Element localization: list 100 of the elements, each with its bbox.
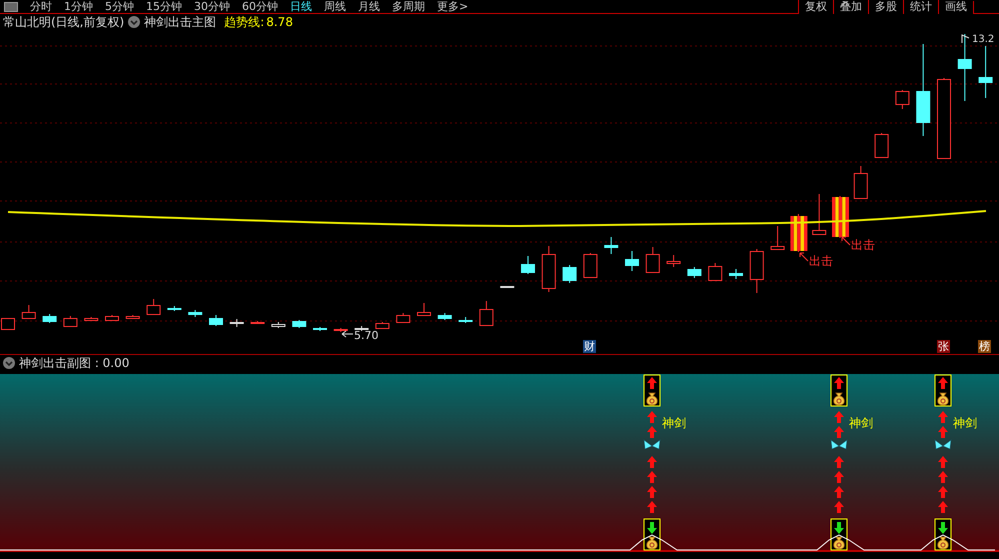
dropdown-icon[interactable] bbox=[3, 357, 15, 369]
candlestick bbox=[84, 316, 98, 322]
candlestick bbox=[978, 46, 993, 98]
candlestick bbox=[438, 312, 452, 320]
event-marker[interactable]: 财 bbox=[583, 340, 596, 353]
arrow-icon bbox=[800, 252, 808, 262]
candlestick bbox=[396, 312, 410, 324]
period-tab[interactable]: 5分钟 bbox=[99, 0, 140, 14]
candlestick bbox=[167, 306, 182, 312]
candlestick bbox=[63, 316, 78, 328]
candlestick bbox=[230, 318, 244, 328]
candlestick bbox=[666, 254, 681, 268]
arrow-up-icon bbox=[834, 377, 844, 389]
candlestick bbox=[895, 90, 910, 110]
toolbar-button[interactable]: 多股 bbox=[868, 0, 903, 14]
candlestick bbox=[126, 314, 140, 320]
arrow-up-icon bbox=[647, 426, 657, 438]
indicator-name: 神剑出击主图 bbox=[144, 14, 216, 30]
candlestick bbox=[583, 252, 598, 278]
candlestick bbox=[646, 246, 660, 274]
candlestick bbox=[1, 318, 15, 330]
toolbar-button[interactable]: 复权 bbox=[798, 0, 833, 14]
arrow-up-icon bbox=[938, 411, 948, 423]
period-tab[interactable]: 30分钟 bbox=[188, 0, 236, 14]
candlestick bbox=[521, 256, 535, 274]
signal-label: 神剑 bbox=[849, 416, 873, 430]
period-tab[interactable]: 1分钟 bbox=[58, 0, 99, 14]
candlestick bbox=[874, 132, 889, 158]
period-tab[interactable]: 日线 bbox=[284, 0, 318, 14]
candlestick bbox=[105, 314, 119, 322]
dropdown-icon[interactable] bbox=[128, 16, 140, 28]
candlestick bbox=[812, 194, 826, 236]
candlestick bbox=[458, 316, 473, 324]
candlestick bbox=[500, 286, 514, 288]
arrow-up-icon bbox=[834, 471, 844, 483]
arrow-down-icon bbox=[834, 522, 844, 534]
money-bag-icon bbox=[646, 392, 658, 406]
trend-label: 趋势线: bbox=[224, 14, 264, 30]
arrow-up-icon bbox=[647, 456, 657, 468]
period-tab[interactable]: 周线 bbox=[318, 0, 352, 14]
candlestick bbox=[479, 300, 494, 326]
arrow-icon bbox=[842, 236, 850, 246]
arrow-icon bbox=[342, 330, 354, 338]
arrow-up-icon bbox=[938, 486, 948, 498]
money-bag-icon bbox=[833, 392, 845, 406]
candlestick bbox=[687, 266, 702, 278]
toolbar-button[interactable]: 叠加 bbox=[833, 0, 868, 14]
period-tab[interactable]: 多周期 bbox=[386, 0, 431, 14]
candlestick bbox=[770, 226, 785, 250]
arrow-up-icon bbox=[938, 456, 948, 468]
arrow-up-icon bbox=[938, 501, 948, 513]
arrow-up-icon bbox=[834, 456, 844, 468]
arrow-up-icon bbox=[647, 486, 657, 498]
arrow-up-icon bbox=[938, 471, 948, 483]
money-bag-icon bbox=[646, 536, 658, 550]
toolbar-button[interactable]: 统计 bbox=[903, 0, 938, 14]
trend-value: 8.78 bbox=[266, 14, 293, 30]
stock-title: 常山北明(日线,前复权) bbox=[3, 14, 124, 30]
money-bag-icon bbox=[833, 536, 845, 550]
candlestick bbox=[750, 248, 764, 294]
toolbar-button[interactable]: 画线 bbox=[938, 0, 973, 14]
arrow-up-icon bbox=[647, 411, 657, 423]
candlestick bbox=[729, 268, 743, 280]
period-tab[interactable]: 60分钟 bbox=[236, 0, 284, 14]
candlestick bbox=[625, 250, 639, 272]
signal-label: 神剑 bbox=[662, 416, 686, 430]
period-tab[interactable]: 15分钟 bbox=[140, 0, 188, 14]
event-marker[interactable]: 张 bbox=[937, 340, 950, 353]
candlestick bbox=[542, 246, 556, 292]
arrow-up-icon bbox=[834, 411, 844, 423]
event-marker[interactable]: 榜 bbox=[978, 340, 991, 353]
money-bag-icon bbox=[937, 392, 949, 406]
candlestick bbox=[832, 196, 849, 238]
arrow-up-icon bbox=[938, 377, 948, 389]
sub-indicator-title: 神剑出击副图 : 0.00 bbox=[19, 355, 130, 371]
arrow-up-icon bbox=[834, 426, 844, 438]
candlestick bbox=[854, 166, 868, 200]
arrow-up-icon bbox=[647, 377, 657, 389]
candlestick bbox=[209, 314, 223, 326]
candlestick bbox=[146, 298, 161, 316]
arrow-up-icon bbox=[834, 501, 844, 513]
candlestick bbox=[22, 304, 36, 319]
window-icon[interactable] bbox=[4, 2, 18, 12]
money-bag-icon bbox=[937, 536, 949, 550]
candlestick bbox=[417, 302, 431, 316]
period-tab[interactable]: 更多> bbox=[431, 0, 474, 14]
period-tab[interactable]: 分时 bbox=[24, 0, 58, 14]
signal-label: 神剑 bbox=[953, 416, 977, 430]
high-price-label: 13.2 bbox=[972, 34, 994, 45]
arrow-down-icon bbox=[647, 522, 657, 534]
low-price-label: 5.70 bbox=[354, 329, 378, 340]
candlestick bbox=[604, 236, 618, 254]
candlestick bbox=[562, 264, 577, 284]
signal-label: 出击 bbox=[809, 254, 833, 268]
candlestick bbox=[188, 310, 202, 318]
candlestick bbox=[790, 214, 808, 252]
arrow-up-icon bbox=[938, 426, 948, 438]
candlestick bbox=[708, 262, 722, 282]
period-tab[interactable]: 月线 bbox=[352, 0, 386, 14]
candlestick bbox=[334, 328, 348, 332]
